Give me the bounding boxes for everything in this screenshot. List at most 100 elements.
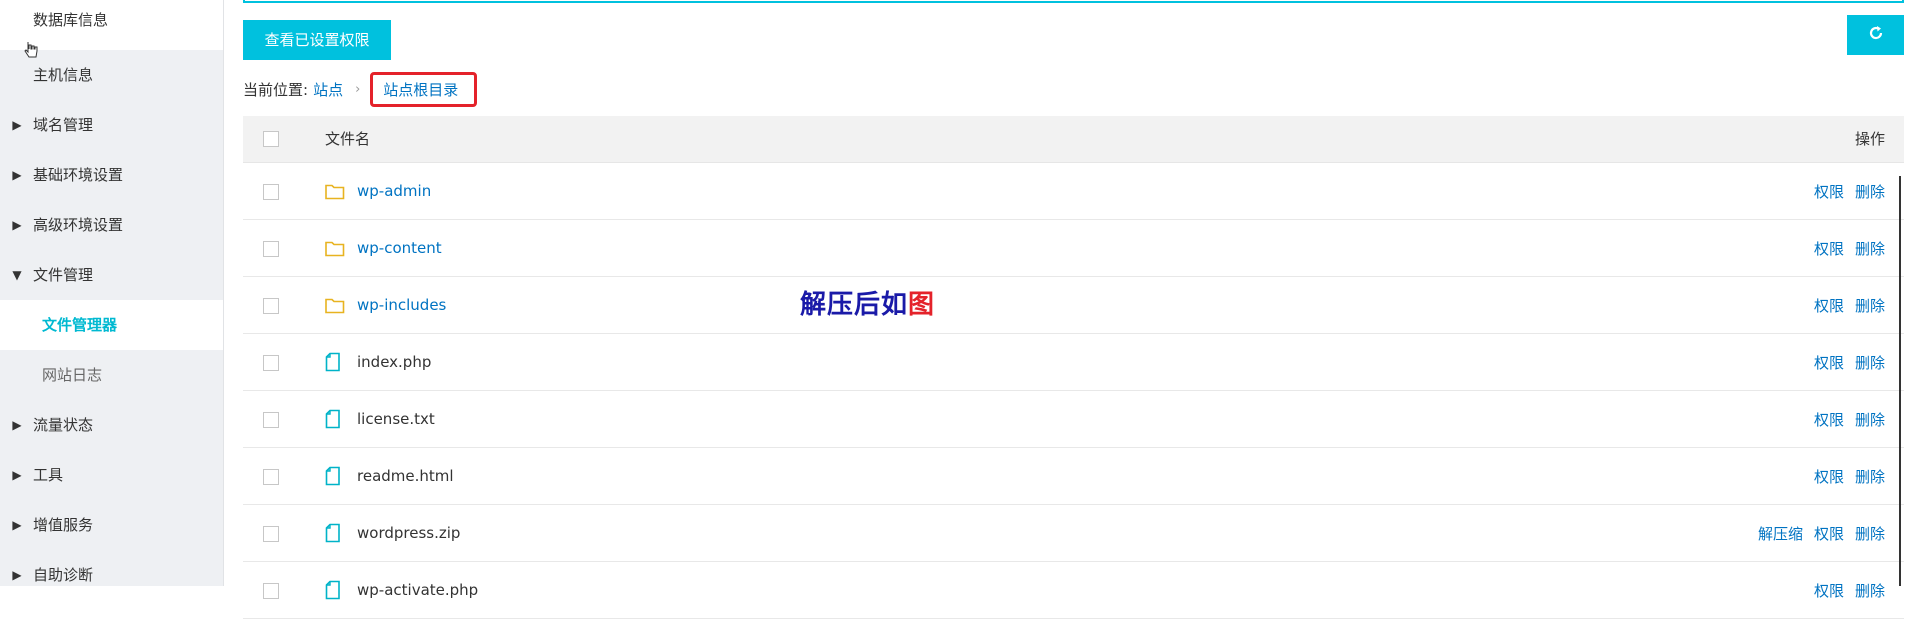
sidebar-item-file-manager[interactable]: 文件管理器 (0, 300, 223, 350)
delete-link[interactable]: 删除 (1855, 580, 1885, 601)
sidebar-item-basic-env[interactable]: ▶ 基础环境设置 (0, 150, 223, 200)
row-checkbox[interactable] (263, 355, 279, 371)
row-actions: 权限 删除 (1803, 562, 1885, 618)
table-row: license.txt 权限 删除 (243, 391, 1904, 448)
row-checkbox[interactable] (263, 583, 279, 599)
folder-icon (325, 238, 347, 258)
delete-link[interactable]: 删除 (1855, 409, 1885, 430)
file-icon (325, 466, 347, 486)
sidebar-item-tools[interactable]: ▶ 工具 (0, 450, 223, 500)
sidebar-item-self-diagnosis[interactable]: ▶ 自助诊断 (0, 550, 223, 586)
permission-link[interactable]: 权限 (1814, 466, 1844, 487)
file-name-cell: wordpress.zip (325, 505, 460, 561)
sidebar-item-database-info[interactable]: 数据库信息 (0, 0, 223, 58)
sidebar-item-host-info[interactable]: 主机信息 (0, 50, 223, 100)
sidebar-item-label: 网站日志 (42, 366, 103, 384)
select-all-checkbox[interactable] (263, 131, 279, 147)
row-actions: 权限 删除 (1803, 163, 1885, 219)
sidebar-item-traffic[interactable]: ▶ 流量状态 (0, 400, 223, 450)
table-row: wp-activate.php 权限 删除 (243, 562, 1904, 619)
delete-link[interactable]: 删除 (1855, 523, 1885, 544)
permission-link[interactable]: 权限 (1814, 181, 1844, 202)
permission-link[interactable]: 权限 (1814, 580, 1844, 601)
sidebar-item-value-added[interactable]: ▶ 增值服务 (0, 500, 223, 550)
sidebar-item-label: 数据库信息 (33, 11, 109, 29)
file-name: wp-activate.php (357, 581, 479, 599)
row-checkbox[interactable] (263, 412, 279, 428)
breadcrumb: 当前位置: 站点 › 站点根目录 (243, 71, 478, 107)
file-name-cell: index.php (325, 334, 431, 390)
row-checkbox[interactable] (263, 526, 279, 542)
extract-link[interactable]: 解压缩 (1758, 523, 1803, 544)
sidebar-item-label: 域名管理 (33, 116, 94, 134)
view-permissions-button[interactable]: 查看已设置权限 (243, 20, 391, 60)
row-checkbox[interactable] (263, 298, 279, 314)
caret-right-icon: ▶ (12, 118, 22, 132)
folder-icon (325, 181, 347, 201)
caret-down-icon: ▼ (12, 268, 22, 282)
delete-link[interactable]: 删除 (1855, 466, 1885, 487)
file-name[interactable]: wp-includes (357, 296, 446, 314)
row-actions: 权限 删除 (1803, 220, 1885, 276)
sidebar-item-label: 流量状态 (33, 416, 94, 434)
file-name-cell: wp-activate.php (325, 562, 478, 618)
file-icon (325, 352, 347, 372)
table-row: wp-content 权限 删除 (243, 220, 1904, 277)
file-name-cell: license.txt (325, 391, 435, 447)
sidebar-item-label: 文件管理器 (42, 316, 118, 334)
caret-right-icon: ▶ (12, 168, 22, 182)
file-name-cell: readme.html (325, 448, 454, 504)
row-checkbox[interactable] (263, 469, 279, 485)
file-name: license.txt (357, 410, 435, 428)
breadcrumb-prefix: 当前位置: (243, 80, 309, 99)
caret-right-icon: ▶ (12, 468, 22, 482)
file-name-cell: wp-admin (325, 163, 431, 219)
table-row: wp-includes 权限 删除 (243, 277, 1904, 334)
sidebar-item-label: 高级环境设置 (33, 216, 124, 234)
table-row: wordpress.zip 解压缩 权限 删除 (243, 505, 1904, 562)
file-table: 文件名 操作 wp-admin 权限 删除 wp-content 权限 删除 wp-incl… (243, 116, 1904, 619)
permission-link[interactable]: 权限 (1814, 238, 1844, 259)
file-name: wordpress.zip (357, 524, 461, 542)
sidebar-item-domain[interactable]: ▶ 域名管理 (0, 100, 223, 150)
column-header-ops: 操作 (1854, 130, 1885, 148)
file-name-cell: wp-content (325, 220, 442, 276)
file-name-cell: wp-includes (325, 277, 446, 333)
sidebar-item-label: 自助诊断 (33, 566, 94, 584)
column-header-name: 文件名 (325, 130, 371, 148)
permission-link[interactable]: 权限 (1814, 295, 1844, 316)
permission-link[interactable]: 权限 (1814, 523, 1844, 544)
delete-link[interactable]: 删除 (1855, 238, 1885, 259)
sidebar-item-label: 基础环境设置 (33, 166, 124, 184)
file-name[interactable]: wp-admin (357, 182, 431, 200)
scrollbar[interactable] (1899, 176, 1901, 586)
main-content: 查看已设置权限 当前位置: 站点 › 站点根目录 文件名 操作 wp-admin… (243, 0, 1912, 619)
caret-right-icon: ▶ (12, 518, 22, 532)
table-header: 文件名 操作 (243, 116, 1904, 163)
breadcrumb-current[interactable]: 站点根目录 (370, 71, 478, 107)
annotation-text-blue: 解压后如 (800, 290, 909, 320)
row-checkbox[interactable] (263, 184, 279, 200)
table-row: wp-admin 权限 删除 (243, 163, 1904, 220)
refresh-button[interactable] (1847, 15, 1904, 55)
refresh-icon (1868, 25, 1884, 45)
table-row: readme.html 权限 删除 (243, 448, 1904, 505)
delete-link[interactable]: 删除 (1855, 181, 1885, 202)
delete-link[interactable]: 删除 (1855, 295, 1885, 316)
permission-link[interactable]: 权限 (1814, 352, 1844, 373)
permission-link[interactable]: 权限 (1814, 409, 1844, 430)
sidebar-item-advanced-env[interactable]: ▶ 高级环境设置 (0, 200, 223, 250)
row-checkbox[interactable] (263, 241, 279, 257)
table-row: index.php 权限 删除 (243, 334, 1904, 391)
sidebar-item-site-log[interactable]: 网站日志 (0, 350, 223, 400)
file-name[interactable]: wp-content (357, 239, 442, 257)
breadcrumb-root-link[interactable]: 站点 (313, 79, 343, 100)
row-actions: 权限 删除 (1803, 448, 1885, 504)
delete-link[interactable]: 删除 (1855, 352, 1885, 373)
sidebar-item-file-management[interactable]: ▼ 文件管理 (0, 250, 223, 300)
file-icon (325, 523, 347, 543)
file-name: readme.html (357, 467, 454, 485)
caret-right-icon: ▶ (12, 418, 22, 432)
sidebar-item-label: 工具 (33, 466, 64, 484)
top-border-strip (243, 0, 1904, 3)
